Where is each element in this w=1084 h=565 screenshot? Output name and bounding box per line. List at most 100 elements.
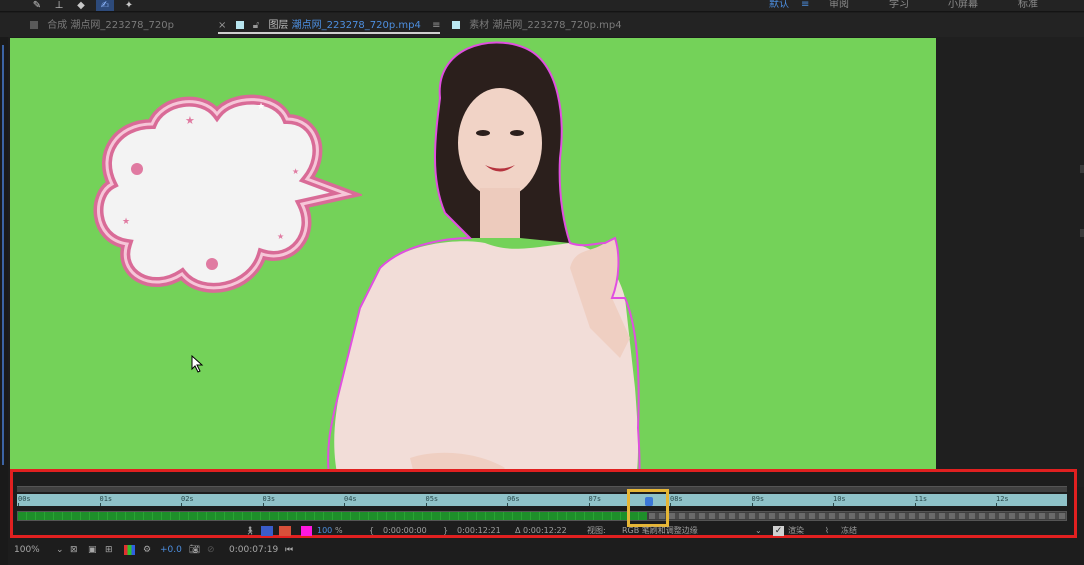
workspace-default[interactable]: 默认	[769, 0, 789, 10]
set-out-point-icon[interactable]: }	[443, 525, 448, 537]
work-area-bar[interactable]	[17, 486, 1067, 492]
unpropagated-frames-bar	[648, 513, 1066, 519]
playhead-marker-icon[interactable]	[645, 497, 653, 506]
close-icon[interactable]: ×	[218, 20, 226, 31]
magnification-value[interactable]: 100%	[14, 540, 40, 560]
ruler-tick-label: 04s	[344, 495, 357, 503]
render-checkbox[interactable]: ✓	[773, 526, 784, 536]
exposure-value[interactable]: +0.0	[160, 540, 182, 560]
tab-menu-icon[interactable]: ≡	[432, 20, 440, 31]
ruler-tick-label: 10s	[833, 495, 846, 503]
eraser-tool-icon[interactable]: ◆	[72, 0, 90, 11]
grid-toggle-icon[interactable]: ⊞	[105, 540, 113, 560]
time-ruler[interactable]: 00s 01s 02s 03s 04s 05s 06s 07s 08s 09s 10s 11s 12s	[17, 494, 1067, 506]
mouse-cursor-icon	[191, 355, 204, 373]
left-panel-edge	[0, 37, 8, 565]
workspace-standard[interactable]: 标准	[1018, 0, 1038, 10]
ruler-tick-mark	[833, 503, 834, 506]
panel-collapse-marker[interactable]	[1080, 165, 1084, 173]
alpha-boundary-toggle[interactable]	[279, 526, 291, 536]
panel-collapse-marker[interactable]	[1080, 229, 1084, 237]
ruler-tick-label: 02s	[181, 495, 194, 503]
ruler-tick-mark	[588, 503, 590, 506]
snapshot-camera-icon[interactable]: 📷︎	[189, 540, 200, 560]
overlay-opacity-value[interactable]: 100	[317, 525, 332, 537]
duration-time: Δ 0:00:12:22	[515, 526, 567, 535]
clone-stamp-tool-icon[interactable]: ⊥	[50, 0, 68, 11]
layer-viewer[interactable]: ★ ★ ★ ★ ★	[10, 38, 936, 487]
ruler-tick-label: 11s	[914, 495, 928, 503]
workspace-small-screen[interactable]: 小屏幕	[948, 0, 978, 10]
view-label: 视图:	[587, 526, 606, 535]
ruler-tick-mark	[18, 503, 19, 506]
svg-text:★: ★	[292, 167, 299, 176]
svg-text:★: ★	[257, 102, 265, 112]
ruler-tick-label: 05s	[425, 495, 439, 503]
puppet-pin-tool-icon[interactable]: ✦	[120, 0, 138, 11]
ruler-tick-mark	[914, 503, 916, 506]
svg-text:★: ★	[122, 217, 130, 227]
freeze-label[interactable]: 冻结	[841, 525, 857, 537]
color-channels-icon[interactable]	[124, 545, 135, 555]
propagation-track[interactable]	[17, 511, 1067, 521]
lock-icon[interactable]: 🔓︎	[253, 20, 259, 31]
ruler-tick-mark	[344, 503, 345, 506]
fit-view-icon[interactable]: ⊠	[70, 540, 78, 560]
ruler-tick-mark	[262, 503, 264, 506]
ruler-tick-mark	[181, 503, 182, 506]
in-point-time[interactable]: 0:00:00:00	[383, 525, 427, 537]
view-mode-value: RGB 笔刷和调整边缘	[622, 526, 698, 535]
ruler-tick-mark	[996, 503, 997, 506]
svg-text:★: ★	[185, 114, 195, 127]
ruler-tick-label: 03s	[262, 495, 276, 503]
layer-controls-row: 🚶︎ 100 % { 0:00:00:00 } 0:00:12:21 Δ 0:0…	[17, 525, 1067, 537]
person-toggle-icon[interactable]: 🚶︎	[245, 525, 255, 537]
ruler-tick-mark	[507, 503, 508, 506]
ruler-tick-mark	[751, 503, 753, 506]
alpha-overlay-toggle[interactable]	[261, 526, 273, 536]
exposure-icon[interactable]: ⚙	[143, 540, 151, 560]
reset-exposure-icon[interactable]: ⏮	[285, 540, 293, 560]
set-in-point-icon[interactable]: {	[369, 525, 374, 537]
ruler-tick-label: 12s	[996, 495, 1009, 503]
render-label: 渲染	[788, 526, 804, 535]
ruler-tick-label: 07s	[588, 495, 602, 503]
ruler-tick-label: 08s	[670, 495, 683, 503]
tab-footage-name: 潮点网_223278_720p.mp4	[492, 20, 622, 31]
current-timecode[interactable]: 0:00:07:19	[229, 540, 278, 560]
workspace-review[interactable]: 审阅	[829, 0, 849, 10]
tab-footage[interactable]: 素材 潮点网_223278_720p.mp4	[452, 18, 622, 34]
ruler-tick-mark	[99, 503, 101, 506]
brush-tool-icon[interactable]: ✎	[28, 0, 46, 11]
safe-margins-icon[interactable]: ▣	[88, 540, 97, 560]
layer-icon	[235, 21, 244, 29]
roto-timeline-panel: 00s 01s 02s 03s 04s 05s 06s 07s 08s 09s 10s 11s 12s …	[10, 469, 1077, 538]
workspace-learn[interactable]: 学习	[889, 0, 909, 10]
chevron-down-icon[interactable]: ⌄	[56, 540, 64, 560]
show-snapshot-icon[interactable]: ⊘	[207, 540, 215, 560]
tab-composition-name: 潮点网_223278_720p	[70, 20, 174, 31]
tab-composition-prefix: 合成	[47, 20, 68, 31]
ruler-tick-label: 06s	[507, 495, 520, 503]
boundary-color-swatch[interactable]	[301, 526, 312, 536]
svg-text:★: ★	[277, 232, 284, 241]
workspace-menu-icon[interactable]: ≡	[801, 0, 809, 10]
overlay-opacity-unit: %	[335, 526, 343, 535]
panel-tab-bar: 合成 潮点网_223278_720p × 🔓︎ 图层 潮点网_223278_72…	[0, 13, 1084, 37]
right-panel	[936, 37, 1084, 487]
subject-person-matte	[327, 41, 641, 487]
chevron-down-icon: ⌄	[755, 526, 762, 535]
roto-brush-tool-icon[interactable]: ✍	[96, 0, 114, 11]
out-point-time[interactable]: 0:00:12:21	[457, 525, 501, 537]
freeze-icon[interactable]: ⌇	[825, 525, 829, 537]
tab-layer-name: 潮点网_223278_720p.mp4	[291, 20, 421, 31]
tab-composition[interactable]: 合成 潮点网_223278_720p	[30, 18, 174, 34]
ruler-tick-label: 00s	[18, 495, 31, 503]
tab-layer-prefix: 图层	[268, 20, 289, 31]
viewer-status-bar: 100% ⌄ ⊠ ▣ ⊞ ⚙ +0.0 📷︎ ⊘ 0:00:07:19 ⏮	[10, 540, 1084, 560]
ruler-tick-label: 09s	[751, 495, 765, 503]
tab-layer[interactable]: × 🔓︎ 图层 潮点网_223278_720p.mp4 ≡	[218, 18, 441, 34]
view-mode-dropdown[interactable]: RGB 笔刷和调整边缘 ⌄	[622, 525, 762, 537]
ruler-tick-mark	[425, 503, 427, 506]
current-time-indicator-highlight[interactable]	[627, 489, 669, 527]
